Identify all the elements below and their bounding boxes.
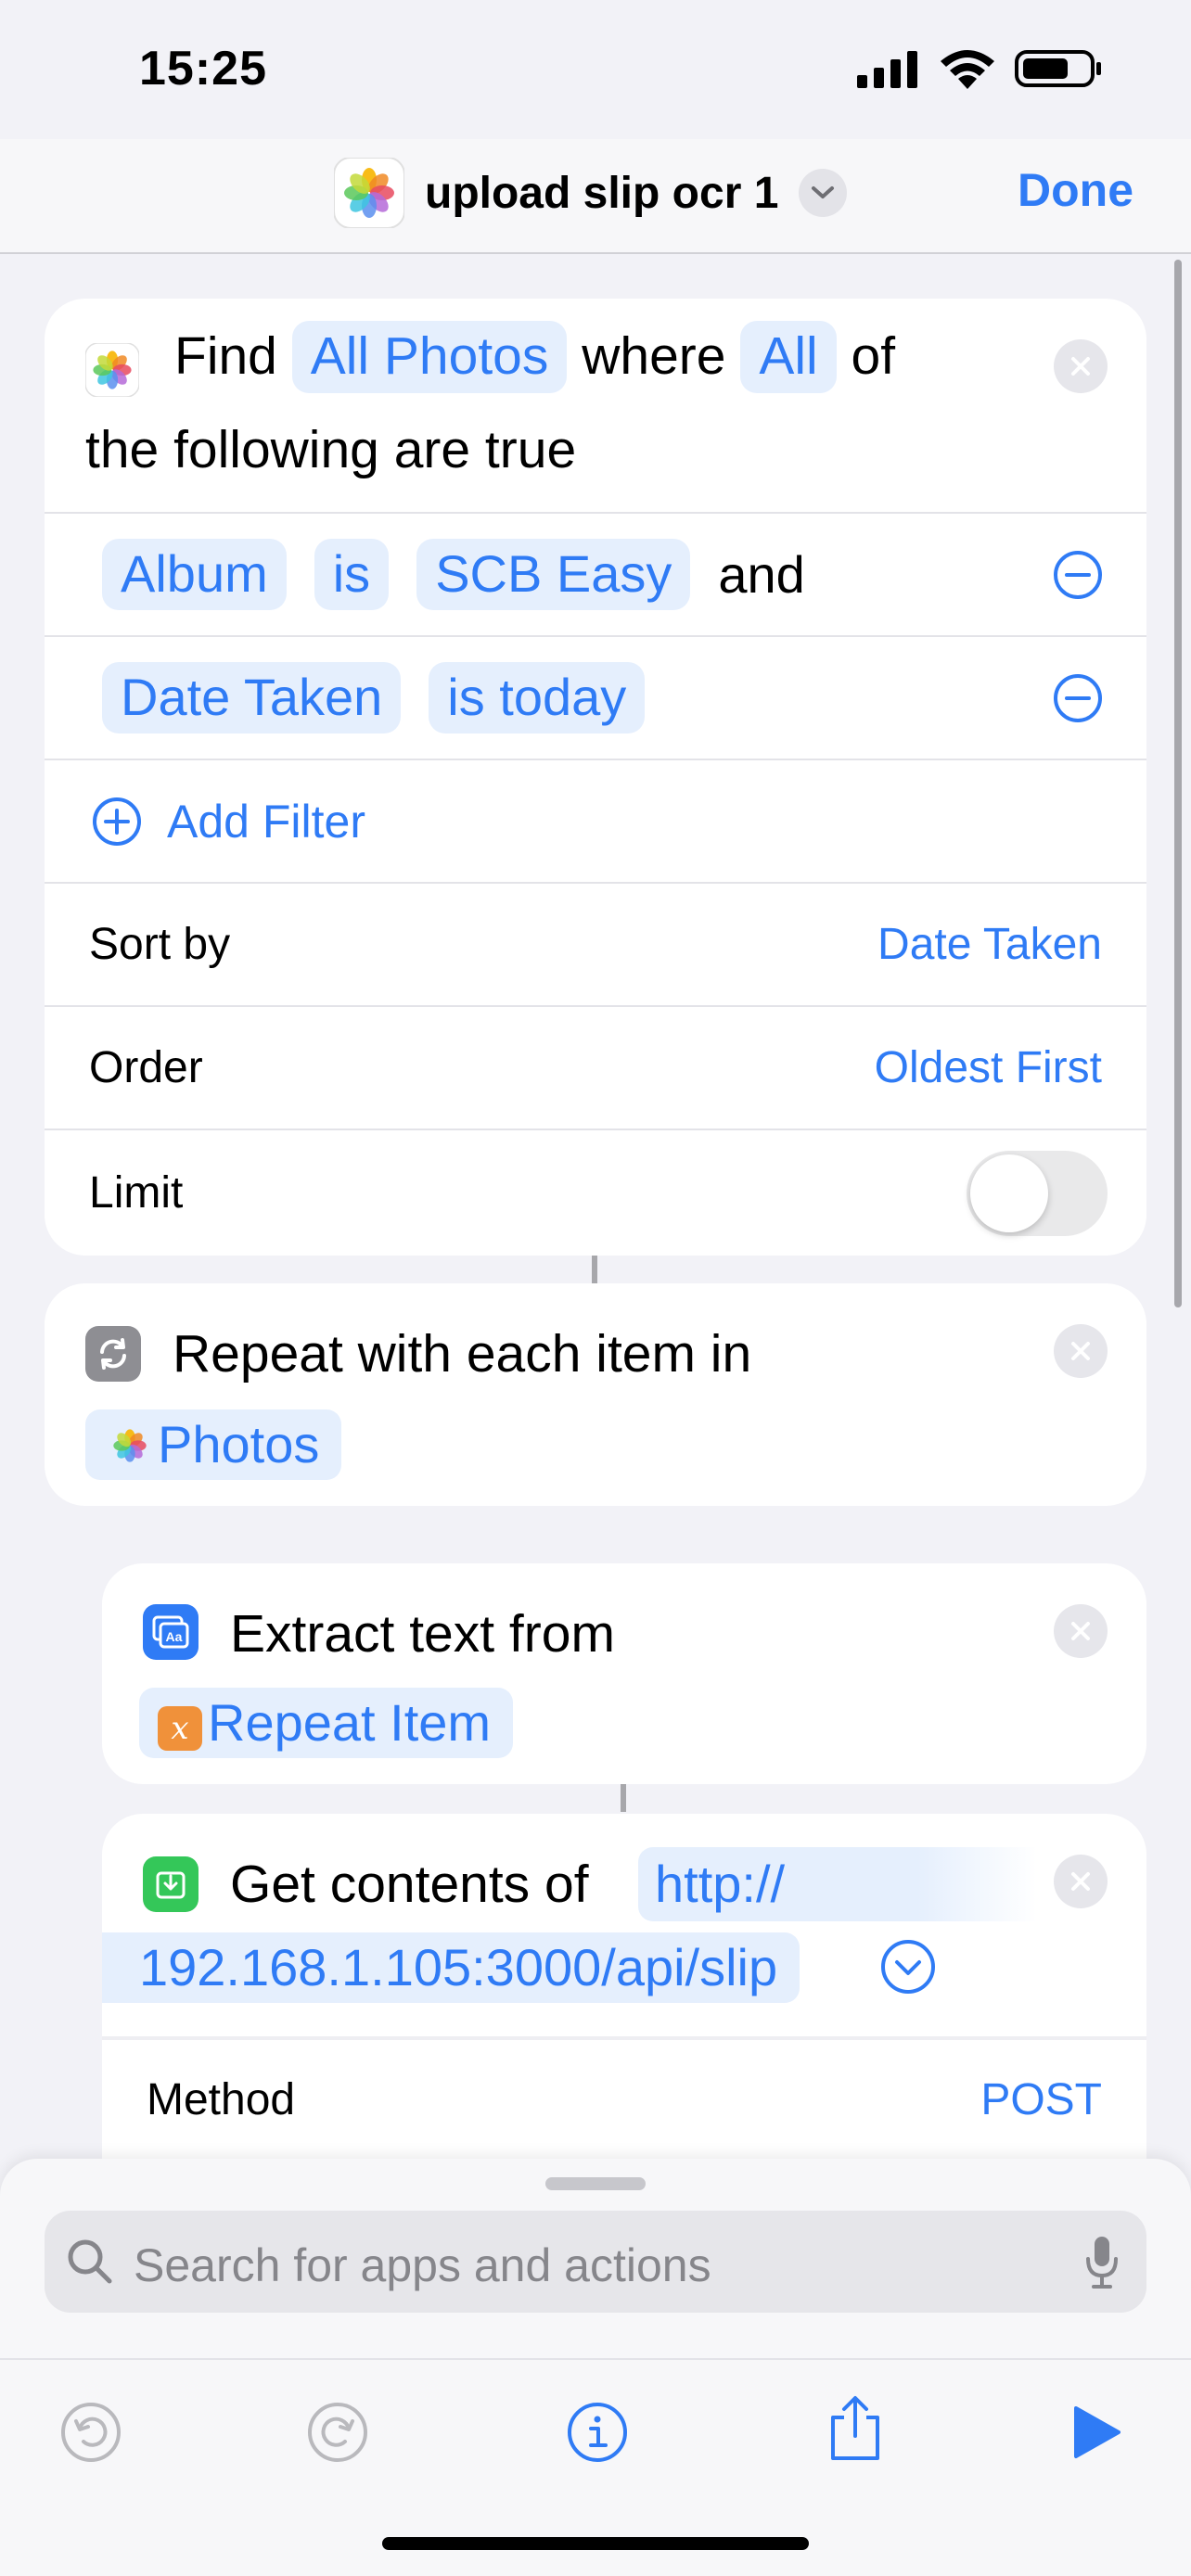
find-action-line2: the following are true xyxy=(85,420,577,479)
variable-icon: x xyxy=(158,1706,202,1751)
photos-app-icon xyxy=(113,1429,147,1462)
download-icon xyxy=(143,1856,198,1912)
filter-property-token[interactable]: Date Taken xyxy=(102,662,402,733)
add-filter-label: Add Filter xyxy=(167,795,365,848)
filter-joiner: and xyxy=(718,544,805,604)
shortcut-title-menu[interactable]: upload slip ocr 1 xyxy=(334,158,848,228)
url-token-part2[interactable]: 192.168.1.105:3000/api/slip xyxy=(102,1932,800,2004)
quantifier-token[interactable]: All xyxy=(740,321,837,393)
url-part1-text: http:// xyxy=(655,1855,786,1913)
action-search-sheet: Search for apps and actions xyxy=(0,2159,1191,2576)
order-label: Order xyxy=(89,1043,203,1092)
remove-action-button[interactable] xyxy=(1054,1324,1108,1378)
scrollbar[interactable] xyxy=(1174,260,1182,1307)
undo-icon[interactable] xyxy=(59,2401,122,2464)
close-icon xyxy=(1071,1342,1090,1360)
close-icon xyxy=(1071,1622,1090,1640)
filter-operator-token[interactable]: is xyxy=(314,539,390,610)
limit-row: Limit xyxy=(45,1129,1146,1256)
of-label: of xyxy=(851,326,896,386)
search-placeholder: Search for apps and actions xyxy=(134,2239,711,2291)
extract-text-action[interactable]: Aa Extract text from x Repeat Item xyxy=(102,1563,1146,1784)
filter-row: Album is SCB Easy and xyxy=(45,512,1146,635)
order-value[interactable]: Oldest First xyxy=(875,1042,1102,1093)
repeat-variable-token[interactable]: Photos xyxy=(85,1409,342,1481)
action-connector xyxy=(621,1784,626,1812)
share-icon[interactable] xyxy=(824,2393,887,2464)
status-time: 15:25 xyxy=(139,42,267,96)
remove-action-button[interactable] xyxy=(1054,339,1108,393)
cellular-signal-icon xyxy=(857,51,917,88)
plus-circle-icon xyxy=(93,797,141,846)
source-token[interactable]: All Photos xyxy=(291,321,568,393)
repeat-action[interactable]: Repeat with each item in Photos xyxy=(45,1283,1146,1506)
svg-text:Aa: Aa xyxy=(166,1629,183,1644)
get-contents-label: Get contents of xyxy=(230,1855,589,1914)
filter-property-token[interactable]: Album xyxy=(102,539,287,610)
filter-value-token[interactable]: SCB Easy xyxy=(416,539,691,610)
find-label: Find xyxy=(174,326,277,386)
remove-filter-icon[interactable] xyxy=(1052,549,1104,601)
close-icon xyxy=(1071,357,1090,376)
extract-variable-token[interactable]: x Repeat Item xyxy=(139,1688,514,1759)
repeat-variable-label: Photos xyxy=(158,1415,320,1473)
limit-label: Limit xyxy=(89,1168,184,1218)
wifi-icon xyxy=(941,50,994,89)
info-icon[interactable] xyxy=(566,2401,629,2464)
repeat-label: Repeat with each item in xyxy=(173,1324,752,1384)
redo-icon[interactable] xyxy=(306,2401,369,2464)
microphone-icon[interactable] xyxy=(1083,2235,1121,2290)
remove-filter-icon[interactable] xyxy=(1052,672,1104,724)
order-row[interactable]: Order Oldest First xyxy=(45,1005,1146,1129)
find-action-header: Find All Photos where All of xyxy=(45,299,1146,399)
method-value[interactable]: POST xyxy=(980,2074,1102,2125)
limit-toggle[interactable] xyxy=(967,1150,1108,1236)
extract-variable-label: Repeat Item xyxy=(208,1693,492,1752)
action-connector xyxy=(592,1256,597,1283)
status-icons xyxy=(857,48,1104,89)
extract-text-label: Extract text from xyxy=(230,1604,615,1664)
url-token-part1[interactable]: http:// xyxy=(638,1847,1037,1921)
status-bar: 15:25 xyxy=(0,0,1191,139)
done-button[interactable]: Done xyxy=(1018,163,1133,217)
repeat-icon xyxy=(85,1326,141,1382)
method-row[interactable]: Method POST xyxy=(102,2036,1146,2160)
search-icon xyxy=(68,2239,112,2284)
close-icon xyxy=(1071,1872,1090,1891)
editor-toolbar xyxy=(0,2358,1191,2506)
shortcut-title: upload slip ocr 1 xyxy=(425,168,779,218)
remove-action-button[interactable] xyxy=(1054,1855,1108,1908)
play-icon[interactable] xyxy=(1072,2404,1122,2460)
home-indicator xyxy=(382,2537,809,2550)
method-label: Method xyxy=(147,2075,296,2124)
filter-row: Date Taken is today xyxy=(45,635,1146,759)
sort-by-row[interactable]: Sort by Date Taken xyxy=(45,882,1146,1005)
extract-text-icon: Aa xyxy=(143,1604,198,1660)
battery-icon xyxy=(1015,50,1101,87)
filter-operator-token[interactable]: is today xyxy=(429,662,646,733)
search-input[interactable]: Search for apps and actions xyxy=(45,2211,1146,2313)
where-label: where xyxy=(582,326,726,386)
add-filter-button[interactable]: Add Filter xyxy=(45,759,1146,882)
chevron-down-icon[interactable] xyxy=(799,169,848,217)
get-contents-action[interactable]: Get contents of http:// 192.168.1.105:30… xyxy=(102,1814,1146,2203)
sheet-grabber[interactable] xyxy=(545,2177,646,2190)
sort-by-label: Sort by xyxy=(89,920,231,969)
remove-action-button[interactable] xyxy=(1054,1604,1108,1658)
photos-app-icon xyxy=(334,158,404,228)
sort-by-value[interactable]: Date Taken xyxy=(877,919,1102,970)
nav-bar: upload slip ocr 1 Done xyxy=(0,139,1191,254)
chevron-down-circle-icon[interactable] xyxy=(879,1938,937,1996)
find-photos-action[interactable]: Find All Photos where All of the followi… xyxy=(45,299,1146,1256)
